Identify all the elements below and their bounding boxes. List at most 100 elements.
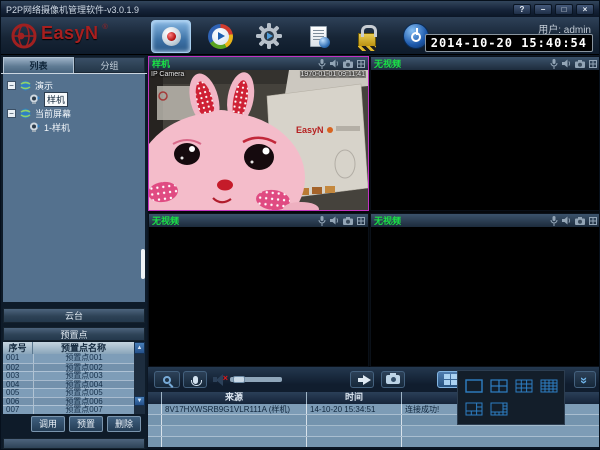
speaker-icon[interactable] xyxy=(562,59,571,68)
speaker-icon[interactable] xyxy=(330,59,339,68)
log-button[interactable] xyxy=(298,20,338,53)
snapshot-icon[interactable] xyxy=(575,60,585,68)
tree-item-label[interactable]: 1-样机 xyxy=(44,121,70,134)
settings-button[interactable] xyxy=(249,20,289,53)
osd-camera-name: IP Camera xyxy=(151,71,184,78)
preset-row[interactable]: 007预置点007 xyxy=(3,405,145,414)
brand-reg-mark: ® xyxy=(103,24,108,31)
layout-icon[interactable] xyxy=(357,217,365,225)
preset-index: 005 xyxy=(3,389,33,397)
collapse-expander-icon[interactable]: − xyxy=(7,109,16,118)
preset-section-bar[interactable]: 预置点 xyxy=(3,327,145,341)
video-panel-title: 无视频 xyxy=(152,214,179,227)
mic-icon[interactable] xyxy=(318,216,326,226)
preset-index: 004 xyxy=(3,381,33,389)
mic-icon[interactable] xyxy=(318,59,326,69)
mic-icon[interactable] xyxy=(550,216,558,226)
app-window: P2P网络摄像机管理软件-v3.0.1.9 ? − □ × EasyN ® xyxy=(0,0,600,450)
preset-index: 007 xyxy=(3,406,33,414)
security-button[interactable] xyxy=(347,20,387,53)
video-panel-2[interactable]: 无视频 xyxy=(370,56,600,211)
playback-button[interactable] xyxy=(200,20,240,53)
tree-item-camera[interactable]: 样机 xyxy=(29,92,145,106)
talk-mic-button[interactable] xyxy=(183,371,207,388)
preset-delete-button[interactable]: 删除 xyxy=(107,416,141,432)
device-tree: − 演示 样机 − 当前屏幕 xyxy=(3,74,145,302)
brand-logo: EasyN ® xyxy=(11,23,108,49)
snapshot-button[interactable] xyxy=(381,371,405,388)
preset-row[interactable]: 005预置点005 xyxy=(3,388,145,397)
snapshot-icon[interactable] xyxy=(343,60,353,68)
empty-video-frame[interactable] xyxy=(371,227,600,366)
video-panel-title: 样机 xyxy=(152,57,170,70)
empty-video-frame[interactable] xyxy=(149,227,368,366)
video-panel-4[interactable]: 无视频 xyxy=(370,213,600,367)
magnifier-icon xyxy=(163,376,171,384)
globe-icon xyxy=(20,80,31,91)
preset-name: 预置点006 xyxy=(33,398,134,406)
maximize-button[interactable]: □ xyxy=(555,4,573,15)
preset-name: 预置点007 xyxy=(33,406,134,414)
camera-device-icon xyxy=(29,122,40,132)
tree-node-current-screen[interactable]: − 当前屏幕 xyxy=(3,106,145,120)
preset-table: 序号 预置点名称 ▲ 001预置点001 002预置点002 003预置点003… xyxy=(3,342,145,414)
collapse-expander-icon[interactable]: − xyxy=(7,81,16,90)
datetime-display: 2014-10-20 15:40:54 xyxy=(425,34,593,52)
close-button[interactable]: × xyxy=(576,4,594,15)
brand-name: EasyN xyxy=(41,23,99,44)
tree-node-label[interactable]: 演示 xyxy=(35,79,53,92)
layout-option-2x2[interactable] xyxy=(488,375,509,397)
layout-option-4x4[interactable] xyxy=(538,375,559,397)
layout-option-6split[interactable] xyxy=(463,399,484,421)
minimize-button[interactable]: − xyxy=(534,4,552,15)
preset-row[interactable]: 004预置点004 xyxy=(3,380,145,389)
help-button[interactable]: ? xyxy=(513,4,531,15)
preset-index: 001 xyxy=(3,354,33,363)
tree-node-label[interactable]: 当前屏幕 xyxy=(35,107,71,120)
arrow-icon xyxy=(363,375,371,385)
alarm-output-button[interactable] xyxy=(350,371,374,388)
volume-slider[interactable] xyxy=(230,377,282,382)
tab-list[interactable]: 列表 xyxy=(3,57,74,73)
speaker-icon[interactable] xyxy=(330,216,339,225)
video-panel-1[interactable]: 样机 xyxy=(148,56,369,211)
tab-group[interactable]: 分组 xyxy=(74,57,145,73)
layout-popup xyxy=(457,370,565,425)
speaker-icon[interactable] xyxy=(562,216,571,225)
preset-set-button[interactable]: 预置 xyxy=(69,416,103,432)
preset-row[interactable]: 002预置点002 xyxy=(3,363,145,372)
layout-icon[interactable] xyxy=(589,60,597,68)
volume-slider-handle[interactable] xyxy=(233,376,245,383)
preset-scrollbar[interactable]: ▼ xyxy=(134,354,145,414)
preset-scroll-down-button[interactable]: ▼ xyxy=(134,396,145,406)
tree-item-label-selected[interactable]: 样机 xyxy=(44,92,68,107)
snapshot-icon[interactable] xyxy=(575,217,585,225)
preset-row[interactable]: 003预置点003 xyxy=(3,371,145,380)
video-panel-3[interactable]: 无视频 xyxy=(148,213,369,367)
tree-item-1-camera[interactable]: 1-样机 xyxy=(29,120,145,134)
time-column-header: 时间 xyxy=(306,392,401,404)
osd-timestamp: 1970-01-01 09:11:41 xyxy=(300,71,366,78)
tree-scrollbar[interactable] xyxy=(141,249,145,279)
mic-icon[interactable] xyxy=(550,59,558,69)
collapse-button[interactable]: » xyxy=(574,371,596,388)
layout-option-1x1[interactable] xyxy=(463,375,484,397)
layout-option-3x3[interactable] xyxy=(513,375,534,397)
monitor-camera-button[interactable] xyxy=(151,20,191,53)
live-video-frame[interactable]: EasyN xyxy=(149,70,368,210)
digital-zoom-button[interactable] xyxy=(154,371,180,388)
empty-video-frame[interactable] xyxy=(371,70,600,210)
ptz-section-bar[interactable]: 云台 xyxy=(3,308,145,323)
preset-row[interactable]: 001预置点001 xyxy=(3,354,145,363)
layout-option-8split[interactable] xyxy=(488,399,509,421)
preset-scroll-up-button[interactable]: ▲ xyxy=(134,342,145,354)
sidebar-bottom-bar xyxy=(3,438,145,449)
preset-row[interactable]: 006预置点006 xyxy=(3,397,145,406)
layout-icon[interactable] xyxy=(357,60,365,68)
snapshot-icon[interactable] xyxy=(343,217,353,225)
tree-node-demo[interactable]: − 演示 xyxy=(3,78,145,92)
mute-speaker-icon[interactable]: × xyxy=(213,374,227,386)
preset-call-button[interactable]: 调用 xyxy=(31,416,65,432)
grid-2x2-icon xyxy=(444,374,457,385)
layout-icon[interactable] xyxy=(589,217,597,225)
